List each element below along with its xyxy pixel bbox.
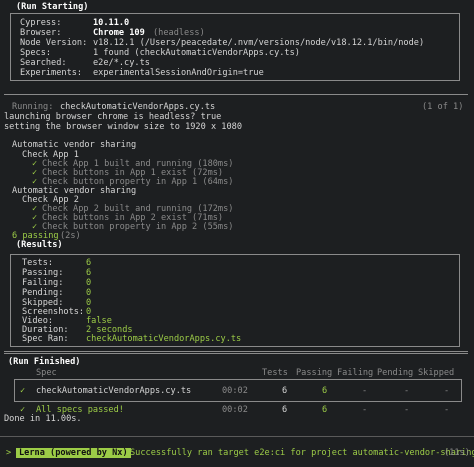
results-label-pending: Pending: [22,288,64,298]
running-counter: (1 of 1) [422,102,464,112]
col-header-passing: Passing [296,368,333,378]
results-value-passing: 6 [86,268,92,278]
run-finished-separator [4,351,468,354]
results-value-failing: 0 [86,278,92,288]
results-value-spec-ran: checkAutomaticVendorApps.cy.ts [86,334,242,344]
specs-label: Specs: [20,48,52,58]
cypress-value: 10.11.0 [93,18,130,28]
searched-label: Searched: [20,58,67,68]
searched-value: e2e/*.cy.ts [93,58,150,68]
results-label-failing: Failing: [22,278,64,288]
spec-time: 00:02 [222,386,248,396]
lerna-message: Successfully ran target e2e:ci for proje… [130,448,474,458]
node-version-label: Node Version: [20,38,88,48]
results-title: (Results) [14,240,65,250]
check-icon: ✓ [20,386,26,396]
node-version-value: v18.12.1 (/Users/peacedate/.nvm/versions… [93,38,425,48]
spec-pending: - [404,386,410,396]
separator-lerna [0,436,474,437]
col-header-pending: Pending [377,368,414,378]
spec-skipped: - [444,386,450,396]
summary-passing: 6 [322,405,328,415]
col-header-failing: Failing [337,368,374,378]
lerna-badge: Lerna (powered by Nx) [16,448,131,458]
run-starting-title: (Run Starting) [14,2,91,12]
done-line: Done in 11.00s. [4,414,82,424]
results-value-tests: 6 [86,258,92,268]
specs-value: 1 found (checkAutomaticVendorApps.cy.ts) [93,48,300,58]
summary-time: 00:02 [222,405,248,415]
summary-skipped: - [444,405,450,415]
cypress-label: Cypress: [20,18,62,28]
browser-extra: (headless) [153,28,205,38]
separator-running [4,94,468,95]
results-label-tests: Tests: [22,258,54,268]
lerna-time: (11s) [444,448,470,458]
browser-label: Browser: [20,28,62,38]
window-size-line: setting the browser window size to 1920 … [4,122,242,132]
run-finished-title: (Run Finished) [6,357,83,367]
running-spec: checkAutomaticVendorApps.cy.ts [60,102,216,112]
running-label: Running: [12,102,54,112]
results-label-passing: Passing: [22,268,64,278]
col-header-spec: Spec [36,368,57,378]
browser-value: Chrome 109 [93,28,145,38]
spec-name: checkAutomaticVendorApps.cy.ts [36,386,192,396]
summary-pending: - [404,405,410,415]
results-label-spec-ran: Spec Ran: [22,334,69,344]
suite-1-title: Automatic vendor sharing [12,140,137,150]
summary-failing: - [362,405,368,415]
summary-tests: 6 [282,405,288,415]
results-value-pending: 0 [86,288,92,298]
lerna-prompt-icon: > [6,448,12,458]
col-header-skipped: Skipped [418,368,455,378]
col-header-tests: Tests [262,368,288,378]
experiments-label: Experiments: [20,68,83,78]
spec-tests: 6 [282,386,288,396]
spec-passing: 6 [322,386,328,396]
experiments-value: experimentalSessionAndOrigin=true [93,68,264,78]
launch-line: launching browser chrome is headless? tr… [4,112,222,122]
spec-failing: - [362,386,368,396]
